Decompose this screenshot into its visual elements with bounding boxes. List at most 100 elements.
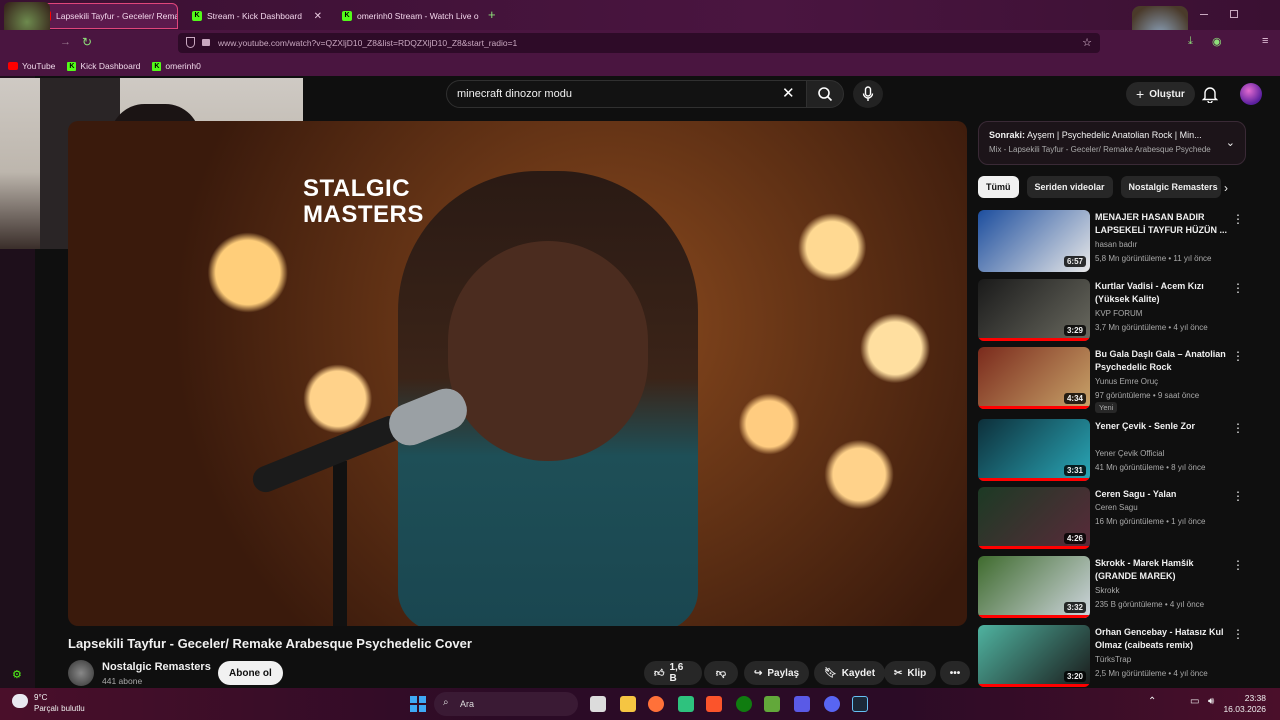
clock-date: 16.03.2026 [1223,704,1266,714]
recommendation-item[interactable]: 3:31 Yener Çevik - Senle Zor Yener Çevik O… [978,419,1248,481]
chip-all[interactable]: Tümü [978,176,1019,198]
video-thumbnail[interactable]: 3:20 [978,625,1090,687]
minecraft-icon[interactable] [764,696,780,712]
video-thumbnail[interactable]: 3:31 [978,419,1090,481]
reload-icon[interactable]: ↻ [82,35,92,49]
subscribe-button[interactable]: Abone ol [218,661,283,685]
recommendation-title[interactable]: Yener Çevik - Senle Zor [1095,420,1231,433]
more-options-icon[interactable]: ⋮ [1232,212,1244,226]
weather-widget[interactable]: 9°C Parçalı bulutlu [34,692,85,714]
forward-icon[interactable]: → [60,36,71,48]
xbox-icon[interactable] [736,696,752,712]
chevron-down-icon[interactable]: ⌄ [1226,136,1235,149]
task-view-icon[interactable] [590,696,606,712]
recommendation-item[interactable]: 6:57 MENAJER HASAN BADIR LAPSEKELİ TAYFUR… [978,210,1248,272]
clear-search-icon[interactable]: ✕ [782,84,795,102]
video-thumbnail[interactable]: 3:29 [978,279,1090,341]
bookmark-icon: 🔖︎ [824,667,837,679]
recommendation-title[interactable]: Bu Gala Daşlı Gala – Anatolian Psychedel… [1095,348,1231,374]
download-icon[interactable]: ⤓ [1188,35,1193,48]
like-count: 1,6 B [669,662,684,684]
brave-icon[interactable] [706,696,722,712]
minimize-button[interactable] [1200,14,1208,15]
volume-icon[interactable]: 🔊︎ [1208,696,1214,707]
firefox-icon[interactable] [648,696,664,712]
more-options-icon[interactable]: ⋮ [1232,421,1244,435]
recommendation-channel[interactable]: Skrokk [1095,586,1119,595]
dislike-button[interactable]: 👎︎ [704,661,738,685]
clock[interactable]: 23:38 16.03.2026 [1223,693,1266,715]
menu-icon[interactable]: ≡ [1262,35,1268,47]
start-button[interactable] [410,696,426,712]
recommendation-title[interactable]: Kurtlar Vadisi - Acem Kızı (Yüksek Kalit… [1095,280,1231,306]
search-button[interactable] [806,80,844,108]
recommendation-channel[interactable]: Ceren Sagu [1095,503,1138,512]
up-next-panel[interactable]: Sonraki: Ayşem | Psychedelic Anatolian R… [978,121,1246,165]
save-label: Kaydet [841,667,876,679]
recommendation-channel[interactable]: Yunus Emre Oruç [1095,377,1158,386]
like-button[interactable]: 👍︎ 1,6 B [644,661,702,685]
video-thumbnail[interactable]: 6:57 [978,210,1090,272]
recommendation-item[interactable]: 3:20 Orhan Gencebay - Hatasız Kul Olmaz (… [978,625,1248,687]
url-bar[interactable]: www.youtube.com/watch?v=QZXljD10_Z8&list… [178,33,1100,53]
taskbar-search[interactable]: ⌕ Ara [434,692,578,716]
steam-icon[interactable] [852,696,868,712]
chip-series[interactable]: Seriden videolar [1026,176,1113,198]
video-thumbnail[interactable]: 3:32 [978,556,1090,618]
recommendation-item[interactable]: 3:32 Skrokk - Marek Hamšík (GRANDE MAREK)… [978,556,1248,618]
recommendation-channel[interactable]: hasan badır [1095,240,1137,249]
new-tab-button[interactable]: + [488,7,496,22]
search-input[interactable]: minecraft dinozor modu [446,80,810,108]
account-avatar[interactable] [1240,83,1262,105]
share-button[interactable]: ↪ Paylaş [744,661,810,685]
recommendation-title[interactable]: Orhan Gencebay - Hatasız Kul Olmaz (caib… [1095,626,1231,652]
close-tab-icon[interactable]: ✕ [314,11,322,22]
tab-kick-dashboard[interactable]: K Stream - Kick Dashboard ✕ [184,3,330,29]
discord-icon[interactable] [824,696,840,712]
tray-chevron-icon[interactable]: ⌃ [1148,696,1156,707]
puzzle-icon[interactable] [794,696,810,712]
recommendation-meta: 97 görüntüleme • 9 saat önce [1095,391,1200,400]
more-options-icon[interactable]: ⋮ [1232,627,1244,641]
recommendation-item[interactable]: 4:34 Bu Gala Daşlı Gala – Anatolian Psych… [978,347,1248,413]
voice-search-button[interactable] [853,80,883,108]
channel-avatar[interactable] [68,660,94,686]
more-actions-button[interactable]: ••• [940,661,970,685]
recommendation-channel[interactable]: Yener Çevik Official [1095,449,1164,458]
video-singer-face [448,241,648,461]
tab-kick-stream[interactable]: K omerinh0 Stream - Watch Live o ✕ [334,3,480,29]
bookmark-star-icon[interactable]: ☆ [1082,36,1092,49]
channel-name[interactable]: Nostalgic Remasters [102,661,211,673]
video-thumbnail[interactable]: 4:26 [978,487,1090,549]
more-options-icon[interactable]: ⋮ [1232,558,1244,572]
recommendation-channel[interactable]: TürksTrap [1095,655,1131,664]
more-options-icon[interactable]: ⋮ [1232,489,1244,503]
more-options-icon[interactable]: ⋮ [1232,281,1244,295]
recommendation-title[interactable]: Skrokk - Marek Hamšík (GRANDE MAREK) [1095,557,1231,583]
maximize-button[interactable] [1230,10,1238,18]
url-text: www.youtube.com/watch?v=QZXljD10_Z8&list… [218,38,518,48]
tab-youtube[interactable]: Lapsekili Tayfur - Geceler/ Remake ✕ [32,3,178,29]
create-button[interactable]: + Oluştur [1126,82,1195,106]
bookmark-youtube[interactable]: YouTube [8,61,55,71]
recommendation-item[interactable]: 3:29 Kurtlar Vadisi - Acem Kızı (Yüksek K… [978,279,1248,341]
clip-button[interactable]: ✂ Klip [884,661,937,685]
video-player[interactable] [68,121,967,626]
network-icon[interactable]: ▭ [1190,696,1199,707]
recommendation-item[interactable]: 4:26 Ceren Sagu - Yalan Ceren Sagu 16 Mn gö… [978,487,1248,549]
recommendation-channel[interactable]: KVP FORUM [1095,309,1142,318]
notification-bell-icon[interactable] [1202,85,1218,103]
file-explorer-icon[interactable] [620,696,636,712]
recommendation-title[interactable]: MENAJER HASAN BADIR LAPSEKELİ TAYFUR HÜZ… [1095,211,1231,237]
gear-icon[interactable]: ⚙ [12,668,22,681]
recommendation-title[interactable]: Ceren Sagu - Yalan [1095,488,1231,501]
save-button[interactable]: 🔖︎ Kaydet [814,661,886,685]
video-thumbnail[interactable]: 4:34 [978,347,1090,409]
app-icon[interactable] [678,696,694,712]
chip-channel[interactable]: Nostalgic Remasters [1120,176,1221,198]
bookmark-omerinh0[interactable]: Komerinh0 [152,61,201,71]
extension-icon[interactable]: ◉ [1212,35,1222,48]
more-options-icon[interactable]: ⋮ [1232,349,1244,363]
chevron-right-icon[interactable]: › [1224,181,1228,195]
bookmark-kick-dashboard[interactable]: K Kick Dashboard [67,61,140,71]
